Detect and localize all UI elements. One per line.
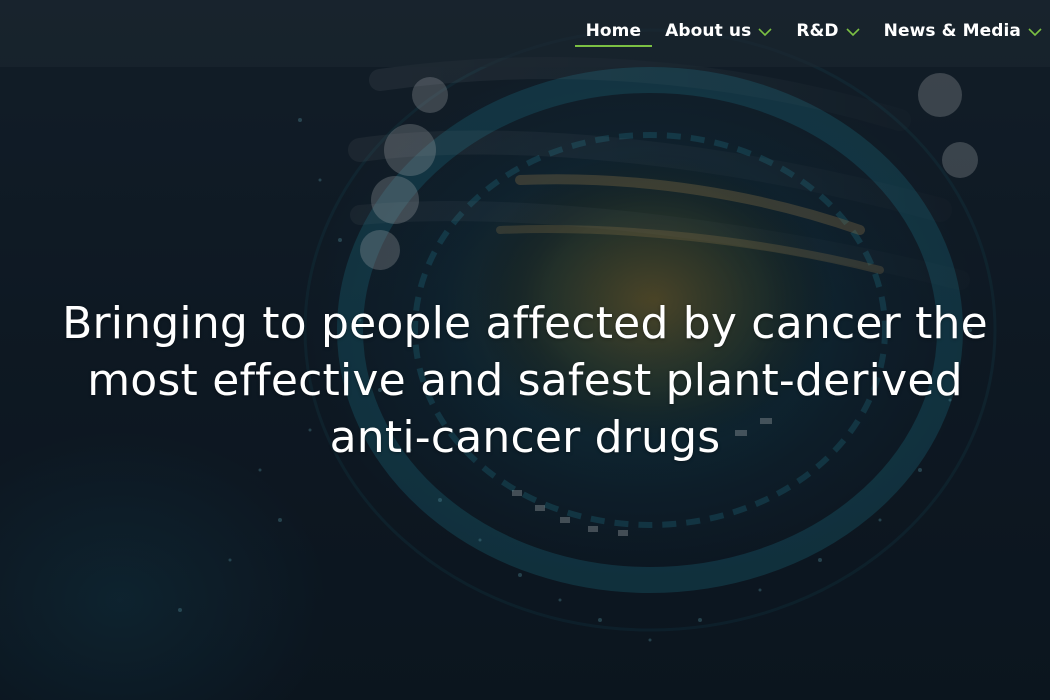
top-navigation-bar: Home About us R&D News & Media	[0, 0, 1050, 67]
hero-headline-line: Bringing to people affected by cancer th…	[62, 298, 988, 350]
nav-item-label: About us	[665, 21, 752, 41]
chevron-down-icon	[758, 28, 772, 37]
main-nav: Home About us R&D News & Media	[574, 0, 1050, 67]
nav-item-home[interactable]: Home	[574, 0, 654, 64]
hero-section: Home About us R&D News & Media Bringing …	[0, 0, 1050, 700]
nav-item-rnd[interactable]: R&D	[784, 0, 871, 64]
hero-headline-line: most effective and safest plant-derived	[87, 355, 963, 407]
nav-item-label: R&D	[796, 21, 839, 41]
hero-headline-line: anti-cancer drugs	[329, 412, 721, 464]
nav-item-label: Home	[585, 21, 642, 41]
hero-headline: Bringing to people affected by cancer th…	[0, 295, 1050, 466]
nav-item-news-media[interactable]: News & Media	[872, 0, 1050, 64]
chevron-down-icon	[1028, 28, 1042, 37]
chevron-down-icon	[846, 28, 860, 37]
nav-item-about-us[interactable]: About us	[653, 0, 784, 64]
nav-item-label: News & Media	[883, 21, 1021, 41]
